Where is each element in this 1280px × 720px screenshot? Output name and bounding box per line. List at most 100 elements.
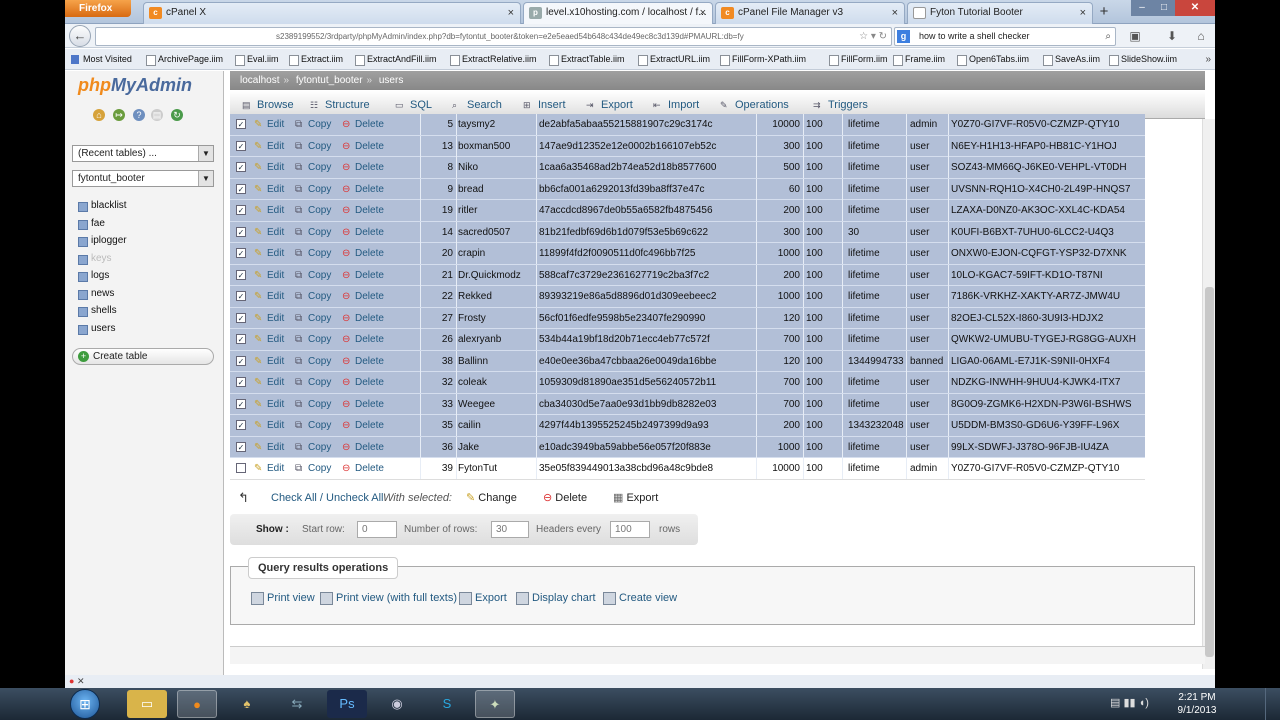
delete-link[interactable]: ⊖ Delete: [342, 179, 384, 200]
delete-link[interactable]: ⊖ Delete: [342, 372, 384, 393]
bookmark-item[interactable]: ExtractURL.iim: [638, 49, 710, 69]
edit-link[interactable]: ✎ Edit: [254, 308, 284, 329]
num-rows-input[interactable]: 30: [491, 521, 529, 538]
delete-selected-button[interactable]: ⊖ Delete: [543, 488, 587, 508]
tab-file-manager[interactable]: c cPanel File Manager v3 ×: [715, 2, 905, 24]
delete-link[interactable]: ⊖ Delete: [342, 458, 384, 479]
edit-link[interactable]: ✎ Edit: [254, 394, 284, 415]
table-link[interactable]: keys: [78, 250, 218, 268]
table-row[interactable]: ✓ ✎ Edit ⧉ Copy ⊖ Delete 21 Dr.Quickmodz 588caf7c…: [230, 264, 1145, 286]
tab-phpmyadmin[interactable]: p level.x10hosting.com / localhost / f..…: [523, 2, 713, 24]
copy-link[interactable]: ⧉ Copy: [295, 437, 331, 458]
breadcrumb-server[interactable]: localhost: [240, 75, 279, 86]
bookmarks-overflow[interactable]: »: [1205, 49, 1211, 69]
firefox-menu-button[interactable]: Firefox: [65, 0, 131, 17]
bookmark-item[interactable]: Extract.iim: [289, 49, 343, 69]
copy-link[interactable]: ⧉ Copy: [295, 308, 331, 329]
copy-link[interactable]: ⧉ Copy: [295, 222, 331, 243]
help-icon[interactable]: ?: [133, 109, 145, 121]
row-checkbox[interactable]: ✓: [236, 312, 246, 323]
table-row[interactable]: ✓ ✎ Edit ⧉ Copy ⊖ Delete 32 coleak 1059309d81890a…: [230, 372, 1145, 394]
copy-link[interactable]: ⧉ Copy: [295, 415, 331, 436]
scrollbar-thumb[interactable]: [1205, 287, 1214, 657]
delete-link[interactable]: ⊖ Delete: [342, 243, 384, 264]
close-tab-icon[interactable]: ×: [892, 3, 898, 23]
bookmark-item[interactable]: SaveAs.iim: [1043, 49, 1100, 69]
row-checkbox[interactable]: [236, 463, 246, 473]
breadcrumb-database[interactable]: fytontut_booter: [296, 75, 363, 86]
copy-link[interactable]: ⧉ Copy: [295, 265, 331, 286]
delete-link[interactable]: ⊖ Delete: [342, 329, 384, 350]
edit-link[interactable]: ✎ Edit: [254, 458, 284, 479]
delete-link[interactable]: ⊖ Delete: [342, 415, 384, 436]
back-button[interactable]: ←: [69, 25, 91, 47]
row-checkbox[interactable]: ✓: [236, 269, 246, 280]
delete-link[interactable]: ⊖ Delete: [342, 200, 384, 221]
close-addon-bar-icon[interactable]: ✕: [77, 676, 85, 686]
bookmark-star-icon[interactable]: ☆ ▾ ↻: [859, 28, 887, 45]
table-row[interactable]: ✓ ✎ Edit ⧉ Copy ⊖ Delete 33 Weegee cba34030d5e7aa…: [230, 393, 1145, 415]
app2-taskbar-icon[interactable]: ◉: [377, 690, 417, 718]
table-row[interactable]: ✓ ✎ Edit ⧉ Copy ⊖ Delete 9 bread bb6cfa001a629201…: [230, 178, 1145, 200]
copy-link[interactable]: ⧉ Copy: [295, 286, 331, 307]
search-icon[interactable]: ⌕: [1105, 28, 1111, 45]
app-taskbar-icon[interactable]: ♠: [227, 690, 267, 718]
edit-link[interactable]: ✎ Edit: [254, 157, 284, 178]
close-window-button[interactable]: ✕: [1175, 0, 1215, 16]
table-row[interactable]: ✓ ✎ Edit ⧉ Copy ⊖ Delete 26 alexryanb 534b44a19bf…: [230, 329, 1145, 351]
explorer-taskbar-icon[interactable]: ▭: [127, 690, 167, 718]
minimize-button[interactable]: –: [1131, 0, 1153, 16]
clock[interactable]: 2:21 PM 9/1/2013: [1162, 691, 1232, 717]
print-view-link[interactable]: Print view: [251, 591, 315, 605]
recent-tables-select[interactable]: (Recent tables) ... ▼: [72, 145, 214, 162]
copy-link[interactable]: ⧉ Copy: [295, 351, 331, 372]
row-checkbox[interactable]: ✓: [236, 183, 246, 194]
row-checkbox[interactable]: ✓: [236, 441, 246, 452]
copy-link[interactable]: ⧉ Copy: [295, 157, 331, 178]
new-tab-button[interactable]: +: [1095, 3, 1113, 21]
row-checkbox[interactable]: ✓: [236, 205, 246, 215]
row-checkbox[interactable]: ✓: [236, 291, 246, 301]
table-row[interactable]: ✓ ✎ Edit ⧉ Copy ⊖ Delete 20 crapin 11899f4fd2f009…: [230, 243, 1145, 265]
row-checkbox[interactable]: ✓: [236, 226, 246, 237]
tab-cpanel-x[interactable]: c cPanel X ×: [143, 2, 521, 24]
home-icon[interactable]: ⌂: [93, 109, 105, 121]
photoshop-taskbar-icon[interactable]: Ps: [327, 690, 367, 718]
edit-link[interactable]: ✎ Edit: [254, 329, 284, 350]
firefox-taskbar-icon[interactable]: ●: [177, 690, 217, 718]
copy-link[interactable]: ⧉ Copy: [295, 136, 331, 157]
tab-fyton-booter[interactable]: Fyton Tutorial Booter ×: [907, 2, 1093, 24]
system-tray[interactable]: ▤ ▮▮ ◖): [1110, 696, 1149, 709]
create-table-button[interactable]: + Create table: [72, 348, 214, 365]
maximize-button[interactable]: □: [1153, 0, 1175, 16]
start-button[interactable]: ⊞: [70, 689, 100, 719]
table-link[interactable]: blacklist: [78, 197, 218, 215]
export-selected-button[interactable]: ▦ Export: [613, 488, 658, 508]
row-checkbox[interactable]: ✓: [236, 398, 246, 409]
row-checkbox[interactable]: ✓: [236, 355, 246, 366]
delete-link[interactable]: ⊖ Delete: [342, 286, 384, 307]
bookmark-item[interactable]: Open6Tabs.iim: [957, 49, 1029, 69]
copy-link[interactable]: ⧉ Copy: [295, 200, 331, 221]
edit-link[interactable]: ✎ Edit: [254, 179, 284, 200]
start-row-input[interactable]: 0: [357, 521, 397, 538]
bookmark-item[interactable]: Eval.iim: [235, 49, 279, 69]
edit-link[interactable]: ✎ Edit: [254, 265, 284, 286]
table-row[interactable]: ✎ Edit ⧉ Copy ⊖ Delete 39 FytonTut 35e05f8394490…: [230, 458, 1145, 480]
edit-link[interactable]: ✎ Edit: [254, 136, 284, 157]
row-checkbox[interactable]: ✓: [236, 119, 246, 129]
show-desktop-button[interactable]: [1265, 688, 1280, 720]
delete-link[interactable]: ⊖ Delete: [342, 351, 384, 372]
close-tab-icon[interactable]: ×: [1080, 3, 1086, 23]
exit-icon[interactable]: ↦: [113, 109, 125, 121]
row-checkbox[interactable]: ✓: [236, 248, 246, 258]
edit-link[interactable]: ✎ Edit: [254, 222, 284, 243]
close-tab-icon[interactable]: ×: [700, 3, 706, 23]
table-link[interactable]: shells: [78, 302, 218, 320]
google-icon[interactable]: g: [897, 30, 910, 43]
delete-link[interactable]: ⊖ Delete: [342, 114, 384, 135]
table-link[interactable]: users: [78, 320, 218, 338]
check-all-link[interactable]: Check All / Uncheck All: [271, 488, 384, 508]
edit-link[interactable]: ✎ Edit: [254, 437, 284, 458]
delete-link[interactable]: ⊖ Delete: [342, 265, 384, 286]
